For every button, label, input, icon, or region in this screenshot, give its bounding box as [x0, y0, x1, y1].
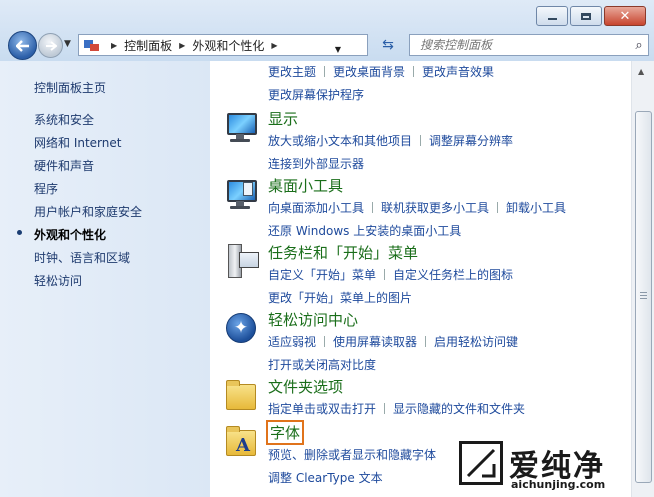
link-high-contrast[interactable]: 打开或关闭高对比度: [268, 358, 376, 372]
gadgets-icon: [224, 177, 258, 211]
taskbar-icon: [224, 244, 259, 278]
link-resolution[interactable]: 调整屏幕分辨率: [429, 134, 513, 148]
sidebar-item-network[interactable]: 网络和 Internet: [34, 134, 121, 151]
navigation-bar: ▼ ▶ 控制面板 ▶ 外观和个性化 ▶ ▼ ⇆ ⌕: [6, 31, 649, 60]
sidebar-item-system-security[interactable]: 系统和安全: [34, 111, 94, 128]
link-restore-gadgets[interactable]: 还原 Windows 上安装的桌面小工具: [268, 224, 461, 238]
address-dropdown-icon[interactable]: ▼: [335, 45, 341, 54]
sidebar-item-programs[interactable]: 程序: [34, 180, 58, 197]
display-monitor-icon: [224, 110, 258, 144]
category-title-taskbar[interactable]: 任务栏和「开始」菜单: [268, 242, 418, 263]
category-links: 自定义「开始」菜单 自定义任务栏上的图标 更改「开始」菜单上的图片: [268, 264, 628, 310]
sidebar: 控制面板主页 系统和安全 网络和 Internet 硬件和声音 程序 用户帐户和…: [0, 61, 210, 497]
link-add-gadgets[interactable]: 向桌面添加小工具: [268, 201, 364, 215]
watermark-logo-icon: [459, 441, 503, 485]
sidebar-item-clock-language[interactable]: 时钟、语言和区域: [34, 249, 130, 266]
control-panel-window: ✕ ▼ ▶ 控制面板 ▶ 外观和个性化 ▶ ▼ ⇆ ⌕: [0, 0, 654, 497]
breadcrumb-separator-icon[interactable]: ▶: [271, 41, 277, 50]
category-links: 放大或缩小文本和其他项目 调整屏幕分辨率 连接到外部显示器: [268, 130, 628, 176]
fonts-icon: A: [224, 424, 258, 458]
link-screen-reader[interactable]: 使用屏幕读取器: [333, 335, 417, 349]
link-external-display[interactable]: 连接到外部显示器: [268, 157, 364, 171]
breadcrumb-item-appearance[interactable]: 外观和个性化: [192, 37, 264, 54]
refresh-icon: ⇆: [382, 37, 394, 53]
search-box[interactable]: ⌕: [409, 34, 649, 56]
category-links: 更改主题 更改桌面背景 更改声音效果 更改屏幕保护程序: [268, 61, 628, 107]
category-links: 适应弱视 使用屏幕读取器 启用轻松访问键 打开或关闭高对比度: [268, 331, 628, 377]
category-title-folder-options[interactable]: 文件夹选项: [268, 376, 343, 397]
link-change-sounds[interactable]: 更改声音效果: [422, 65, 494, 79]
breadcrumb-item-control-panel[interactable]: 控制面板: [124, 37, 172, 54]
category-links: 向桌面添加小工具 联机获取更多小工具 卸载小工具 还原 Windows 上安装的桌面…: [268, 197, 628, 243]
link-low-vision[interactable]: 适应弱视: [268, 335, 316, 349]
link-change-background[interactable]: 更改桌面背景: [333, 65, 405, 79]
refresh-button[interactable]: ⇆: [377, 36, 399, 54]
sidebar-item-hardware-sound[interactable]: 硬件和声音: [34, 157, 94, 174]
category-title-display[interactable]: 显示: [268, 108, 298, 129]
category-title-gadgets[interactable]: 桌面小工具: [268, 175, 343, 196]
category-title-fonts[interactable]: 字体: [265, 420, 305, 445]
link-uninstall-gadget[interactable]: 卸载小工具: [506, 201, 566, 215]
caption-buttons: ✕: [536, 6, 646, 26]
arrow-right-icon: [45, 40, 57, 51]
link-cleartype[interactable]: 调整 ClearType 文本: [268, 471, 383, 485]
search-icon[interactable]: ⌕: [630, 38, 648, 53]
link-preview-fonts[interactable]: 预览、删除或者显示和隐藏字体: [268, 448, 436, 462]
link-customize-tray-icons[interactable]: 自定义任务栏上的图标: [393, 268, 513, 282]
close-icon: ✕: [619, 8, 631, 24]
link-ease-keys[interactable]: 启用轻松访问键: [434, 335, 518, 349]
maximize-icon: [581, 12, 591, 20]
sidebar-item-ease-of-access[interactable]: 轻松访问: [34, 272, 82, 289]
link-change-theme[interactable]: 更改主题: [268, 65, 316, 79]
category-list: 更改主题 更改桌面背景 更改声音效果 更改屏幕保护程序 显示 放大或缩小文本和其他项…: [210, 61, 631, 497]
link-show-hidden-files[interactable]: 显示隐藏的文件和文件夹: [393, 402, 525, 416]
scroll-up-icon[interactable]: ▲: [638, 67, 644, 76]
vertical-scrollbar[interactable]: ▲: [631, 61, 654, 497]
personalization-icon: [224, 61, 258, 73]
ease-of-access-icon: ✦: [224, 311, 258, 345]
link-change-start-picture[interactable]: 更改「开始」菜单上的图片: [268, 291, 412, 305]
address-bar[interactable]: ▶ 控制面板 ▶ 外观和个性化 ▶ ▼: [78, 34, 368, 56]
maximize-button[interactable]: [570, 6, 602, 26]
sidebar-item-user-accounts[interactable]: 用户帐户和家庭安全: [34, 203, 142, 220]
link-customize-start[interactable]: 自定义「开始」菜单: [268, 268, 376, 282]
category-title-ease-of-access[interactable]: 轻松访问中心: [268, 309, 358, 330]
scrollbar-thumb[interactable]: [635, 111, 652, 483]
minimize-button[interactable]: [536, 6, 568, 26]
link-text-size[interactable]: 放大或缩小文本和其他项目: [268, 134, 412, 148]
watermark-url: aichunjing.com: [511, 478, 606, 491]
back-button[interactable]: [8, 31, 37, 60]
search-input[interactable]: [418, 37, 630, 53]
close-button[interactable]: ✕: [604, 6, 646, 26]
minimize-icon: [547, 18, 557, 20]
breadcrumb-separator-icon[interactable]: ▶: [179, 41, 185, 50]
watermark: 爱纯净 aichunjing.com: [459, 441, 634, 493]
arrow-left-icon: [15, 39, 29, 52]
sidebar-home-link[interactable]: 控制面板主页: [34, 79, 106, 96]
forward-button[interactable]: [38, 33, 63, 58]
link-single-double-click[interactable]: 指定单击或双击打开: [268, 402, 376, 416]
recent-pages-dropdown[interactable]: ▼: [64, 39, 71, 49]
folder-options-icon: [224, 378, 258, 412]
sidebar-item-appearance[interactable]: 外观和个性化: [34, 226, 106, 243]
breadcrumb-separator-icon[interactable]: ▶: [111, 41, 117, 50]
link-get-more-gadgets[interactable]: 联机获取更多小工具: [381, 201, 489, 215]
link-screensaver[interactable]: 更改屏幕保护程序: [268, 88, 364, 102]
control-panel-icon: [84, 38, 100, 52]
category-links: 指定单击或双击打开 显示隐藏的文件和文件夹: [268, 398, 628, 421]
active-bullet-icon: [17, 230, 22, 235]
breadcrumb: ▶ 控制面板 ▶ 外观和个性化 ▶: [104, 37, 285, 54]
